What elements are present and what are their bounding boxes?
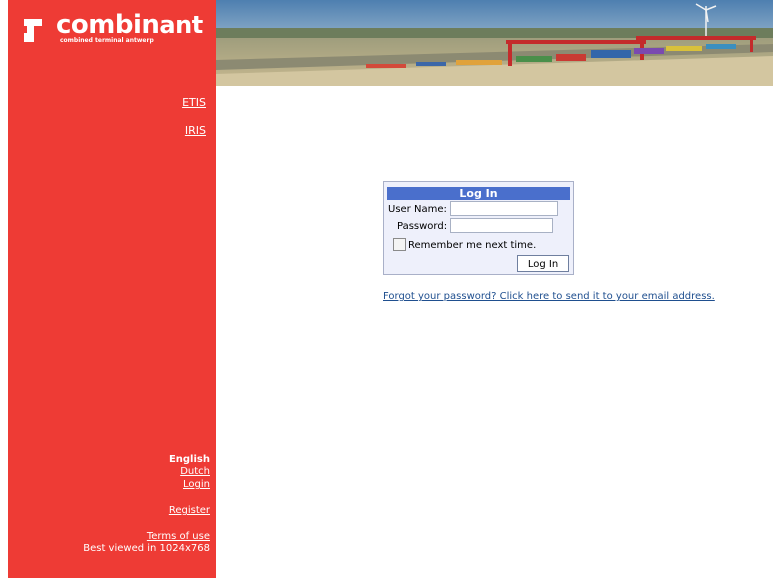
remember-me-label: Remember me next time. (408, 240, 537, 251)
password-input[interactable] (450, 218, 553, 233)
nav-link-etis[interactable]: ETIS (182, 96, 206, 109)
terms-of-use-link[interactable]: Terms of use (147, 531, 210, 542)
login-panel-title: Log In (387, 187, 570, 200)
best-viewed-note: Best viewed in 1024x768 (83, 543, 210, 554)
brand-logo[interactable]: combinant combined terminal antwerp (8, 0, 216, 86)
password-label: Password: (397, 221, 448, 232)
login-submit-button[interactable]: Log In (517, 255, 569, 272)
language-dutch-link[interactable]: Dutch (180, 466, 210, 477)
terminal-banner-illustration (216, 0, 773, 86)
login-link[interactable]: Login (183, 479, 210, 490)
username-input[interactable] (450, 201, 558, 216)
forgot-password-link[interactable]: Forgot your password? Click here to send… (383, 291, 715, 302)
remember-me-checkbox[interactable] (393, 238, 406, 251)
language-current: English (168, 454, 210, 465)
login-panel: Log In User Name: Password: Remember me … (383, 181, 574, 275)
register-link[interactable]: Register (169, 505, 210, 516)
nav-link-iris[interactable]: IRIS (185, 124, 206, 137)
logo-mark-icon (24, 19, 42, 42)
username-label: User Name: (388, 204, 447, 215)
header-banner-image (216, 0, 773, 86)
logo-tagline: combined terminal antwerp (60, 37, 154, 44)
sidebar: combinant combined terminal antwerp ETIS… (8, 0, 216, 578)
logo-wordmark: combinant (56, 10, 203, 40)
